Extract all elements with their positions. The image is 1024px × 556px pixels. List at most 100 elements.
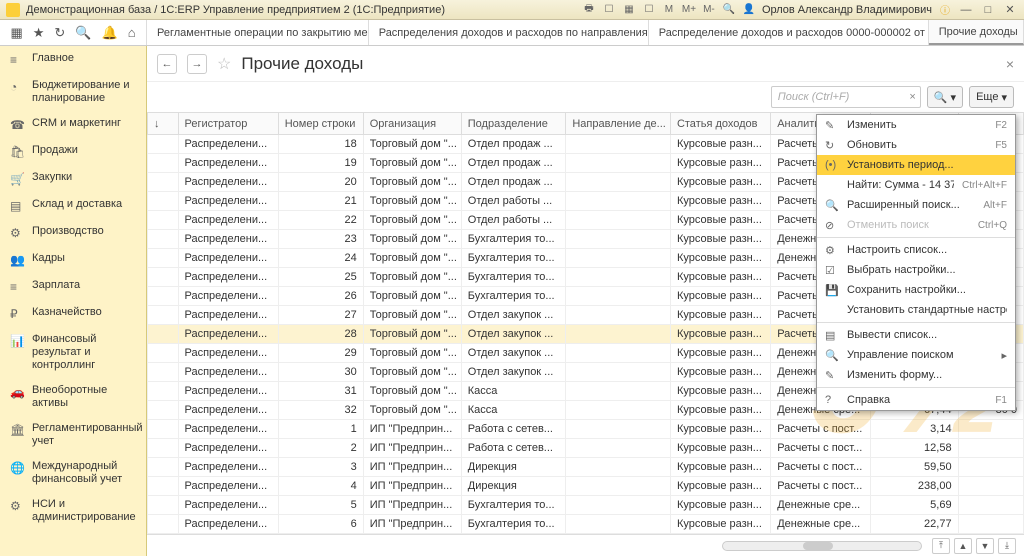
cell: Торговый дом "... bbox=[363, 230, 461, 249]
column-header[interactable]: ↓ bbox=[148, 113, 179, 135]
tab[interactable]: Регламентные операции по закрытию месяца… bbox=[147, 20, 369, 45]
cell bbox=[566, 477, 671, 496]
nav-forward-button[interactable]: → bbox=[187, 54, 207, 74]
menu-item[interactable]: ⊘Отменить поискCtrl+Q bbox=[817, 215, 1015, 235]
sidebar-item[interactable]: ⚙НСИ и администрирование bbox=[0, 492, 146, 530]
cell: Отдел продаж ... bbox=[461, 173, 566, 192]
tab[interactable]: Прочие доходы× bbox=[929, 20, 1024, 45]
search-input[interactable]: Поиск (Ctrl+F) × bbox=[771, 86, 921, 108]
horizontal-scrollbar[interactable] bbox=[722, 541, 922, 551]
sidebar-icon: 🌐 bbox=[10, 461, 24, 475]
sidebar-item[interactable]: ₽Казначейство bbox=[0, 300, 146, 327]
sidebar-item[interactable]: ☎CRM и маркетинг bbox=[0, 111, 146, 138]
sidebar-item[interactable]: ≡Зарплата bbox=[0, 273, 146, 300]
search-icon[interactable]: 🔍 bbox=[75, 25, 91, 41]
cell: 23 bbox=[278, 230, 363, 249]
column-header[interactable]: Подразделение bbox=[461, 113, 566, 135]
menu-item[interactable]: ⚙Настроить список... bbox=[817, 240, 1015, 260]
menu-item[interactable]: 🔍Расширенный поиск...Alt+F bbox=[817, 195, 1015, 215]
cell bbox=[148, 363, 179, 382]
menu-label: Справка bbox=[847, 394, 987, 406]
calendar-icon[interactable]: ☐ bbox=[642, 3, 656, 17]
scroll-up-button[interactable]: ▲ bbox=[954, 538, 972, 554]
menu-item[interactable]: 💾Сохранить настройки... bbox=[817, 280, 1015, 300]
scroll-bottom-button[interactable]: ⤓ bbox=[998, 538, 1016, 554]
sidebar-item[interactable]: 👥Кадры bbox=[0, 246, 146, 273]
table-row[interactable]: Распределени...2ИП "Предприн...Работа с … bbox=[148, 439, 1024, 458]
sidebar-icon: ▤ bbox=[10, 199, 24, 213]
search-button[interactable]: 🔍 ▾ bbox=[927, 86, 963, 108]
cell: Распределени... bbox=[178, 363, 278, 382]
home-icon[interactable]: ⌂ bbox=[128, 25, 136, 40]
calc-icon[interactable]: ▦ bbox=[622, 3, 636, 17]
sidebar-item[interactable]: ⚙Производство bbox=[0, 219, 146, 246]
menu-item[interactable]: (•)Установить период... bbox=[817, 155, 1015, 175]
sidebar-label: Закупки bbox=[32, 171, 72, 184]
tab[interactable]: Распределение доходов и расходов 0000-00… bbox=[649, 20, 929, 45]
sidebar-item[interactable]: 📊Финансовый результат и контроллинг bbox=[0, 327, 146, 378]
menu-item[interactable]: ✎Изменить форму... bbox=[817, 365, 1015, 385]
sidebar-item[interactable]: ▤Склад и доставка bbox=[0, 192, 146, 219]
cell: Курсовые разн... bbox=[670, 382, 770, 401]
sidebar-item[interactable]: 🛒Закупки bbox=[0, 165, 146, 192]
m-minus-icon[interactable]: M- bbox=[702, 3, 716, 17]
menu-icon: ↻ bbox=[825, 139, 839, 152]
sidebar-item[interactable]: 🌐Международный финансовый учет bbox=[0, 454, 146, 492]
table-row[interactable]: Распределени...6ИП "Предприн...Бухгалтер… bbox=[148, 515, 1024, 534]
m-icon[interactable]: M bbox=[662, 3, 676, 17]
bell-icon[interactable]: 🔔 bbox=[102, 25, 118, 41]
menu-item[interactable]: 🔍Управление поиском▸ bbox=[817, 345, 1015, 365]
page-close-button[interactable]: × bbox=[1006, 56, 1014, 72]
menu-item[interactable]: ↻ОбновитьF5 bbox=[817, 135, 1015, 155]
cell: Курсовые разн... bbox=[670, 306, 770, 325]
cell: Курсовые разн... bbox=[670, 496, 770, 515]
sidebar-item[interactable]: ≡Главное bbox=[0, 46, 146, 73]
cell: 18 bbox=[278, 135, 363, 154]
column-header[interactable]: Статья доходов bbox=[670, 113, 770, 135]
sidebar-item[interactable]: 🏛Регламентированный учет bbox=[0, 416, 146, 454]
column-header[interactable]: Организация bbox=[363, 113, 461, 135]
sidebar-item[interactable]: ◔Бюджетирование и планирование bbox=[0, 73, 146, 111]
m-plus-icon[interactable]: M+ bbox=[682, 3, 696, 17]
clear-search-icon[interactable]: × bbox=[909, 91, 915, 103]
scroll-down-button[interactable]: ▼ bbox=[976, 538, 994, 554]
minimize-button[interactable]: — bbox=[958, 3, 974, 17]
menu-item[interactable]: ?СправкаF1 bbox=[817, 390, 1015, 410]
favorite-icon[interactable]: ★ bbox=[33, 25, 45, 41]
cell bbox=[958, 458, 1023, 477]
menu-item[interactable]: Установить стандартные настройки bbox=[817, 300, 1015, 320]
nav-back-button[interactable]: ← bbox=[157, 54, 177, 74]
maximize-button[interactable]: □ bbox=[980, 3, 996, 17]
user-name[interactable]: Орлов Александр Владимирович bbox=[762, 4, 932, 16]
column-header[interactable]: Номер строки bbox=[278, 113, 363, 135]
sidebar-item[interactable]: 🚗Внеоборотные активы bbox=[0, 378, 146, 416]
print-icon[interactable]: 🖶 bbox=[582, 3, 596, 17]
cell: Работа с сетев... bbox=[461, 420, 566, 439]
sidebar-label: Финансовый результат и контроллинг bbox=[32, 333, 136, 372]
table-row[interactable]: Распределени...5ИП "Предприн...Бухгалтер… bbox=[148, 496, 1024, 515]
cell: Бухгалтерия то... bbox=[461, 515, 566, 534]
history-icon[interactable]: ↻ bbox=[54, 25, 65, 41]
cell: Отдел закупок ... bbox=[461, 344, 566, 363]
table-row[interactable]: Распределени...1ИП "Предприн...Работа с … bbox=[148, 420, 1024, 439]
info-icon[interactable]: ⓘ bbox=[938, 3, 952, 17]
apps-icon[interactable]: ▦ bbox=[10, 25, 22, 41]
table-row[interactable]: Распределени...4ИП "Предприн...ДирекцияК… bbox=[148, 477, 1024, 496]
column-header[interactable]: Регистратор bbox=[178, 113, 278, 135]
column-header[interactable]: Направление де... bbox=[566, 113, 671, 135]
favorite-toggle-icon[interactable]: ☆ bbox=[217, 54, 231, 74]
menu-item[interactable]: ▤Вывести список... bbox=[817, 325, 1015, 345]
more-button[interactable]: Еще ▾ bbox=[969, 86, 1014, 108]
menu-item[interactable]: ☑Выбрать настройки... bbox=[817, 260, 1015, 280]
tab[interactable]: Распределения доходов и расходов по напр… bbox=[369, 20, 649, 45]
sidebar-icon: ☎ bbox=[10, 118, 24, 132]
tool-icon[interactable]: ☐ bbox=[602, 3, 616, 17]
menu-item[interactable]: ✎ИзменитьF2 bbox=[817, 115, 1015, 135]
close-button[interactable]: ✕ bbox=[1002, 3, 1018, 17]
menu-item[interactable]: Найти: Сумма - 14 377,28Ctrl+Alt+F bbox=[817, 175, 1015, 195]
cell: Распределени... bbox=[178, 344, 278, 363]
table-row[interactable]: Распределени...3ИП "Предприн...ДирекцияК… bbox=[148, 458, 1024, 477]
zoom-icon[interactable]: 🔍 bbox=[722, 3, 736, 17]
scroll-top-button[interactable]: ⤒ bbox=[932, 538, 950, 554]
sidebar-item[interactable]: 🛍Продажи bbox=[0, 138, 146, 165]
